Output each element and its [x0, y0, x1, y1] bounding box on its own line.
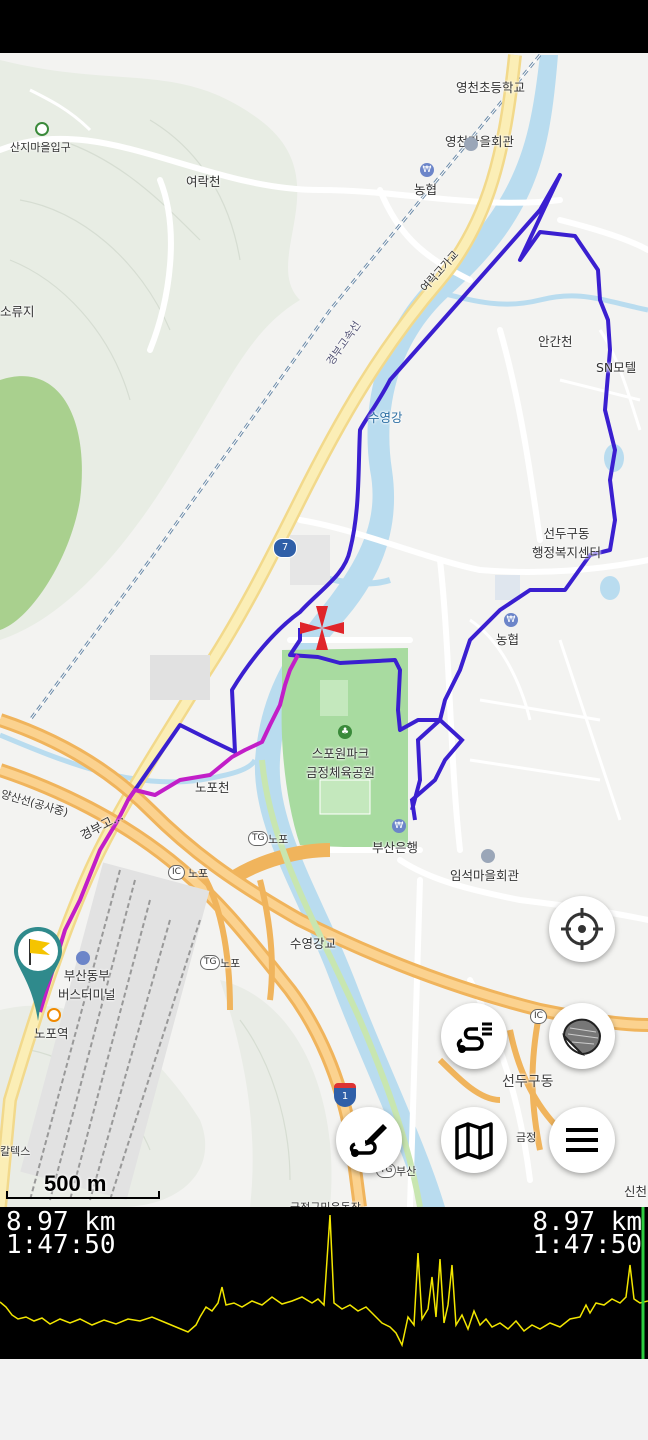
ic-badge: IC	[168, 865, 185, 880]
target-marker	[300, 606, 344, 650]
label-nopo-ic: 노포	[188, 867, 209, 880]
label-sincheon: 신천	[624, 1184, 648, 1199]
label-suyeonggang-bridge: 수영강교	[290, 936, 337, 951]
recorded-track-branch	[409, 718, 465, 821]
ic-badge: IC	[530, 1009, 547, 1024]
elevation-profile[interactable]: 8.97 km 1:47:50 8.97 km 1:47:50	[0, 1207, 648, 1359]
crosshair-icon	[561, 908, 603, 950]
label-nopo-tg: 노포	[268, 833, 289, 846]
map-icon	[455, 1122, 493, 1160]
label-nonghyup-2: 농협	[496, 632, 520, 647]
label-sports-park: 스포원파크 금정체육공원	[306, 746, 376, 780]
layers-button[interactable]	[549, 1003, 615, 1069]
label-nopo-station: 노포역	[34, 1026, 69, 1041]
start-flag-marker[interactable]	[12, 925, 64, 1025]
label-caltex: 칼텍스	[0, 1145, 31, 1158]
route-list-icon	[456, 1022, 492, 1053]
label-geumjeong-stadium: 금정구민운동장	[290, 1199, 361, 1207]
map-button[interactable]	[441, 1107, 507, 1173]
scale-bar: 500 m	[6, 1171, 160, 1199]
label-geumjeong: 금정	[516, 1131, 537, 1144]
label-busan-bank: 부산은행	[372, 840, 419, 855]
status-bar	[0, 0, 648, 53]
label-busan-small: 부산	[396, 1165, 417, 1178]
label-nopocheon: 노포천	[195, 780, 230, 795]
label-imseok-hall: 임석마을회관	[450, 868, 520, 883]
label-nopo-tg2: 노포	[220, 957, 241, 970]
layers-icon	[562, 1018, 602, 1056]
hall-icon	[481, 849, 495, 863]
recorded-track	[126, 173, 617, 802]
bus-icon	[76, 951, 90, 965]
label-bus-terminal: 부산동부 버스터미널	[58, 968, 116, 1002]
bus-stop-icon	[35, 122, 49, 136]
hall-icon	[464, 137, 478, 151]
label-sn-motel: SN모텔	[596, 360, 637, 375]
hamburger-icon	[566, 1128, 598, 1152]
bank-icon: ₩	[392, 819, 406, 833]
route-7-shield: 7	[273, 538, 297, 558]
bottom-blank-area	[0, 1359, 648, 1440]
bank-icon: ₩	[420, 163, 434, 177]
label-yeongcheon-hall: 영천마을회관	[445, 134, 515, 149]
label-suyeonggang: 수영강	[368, 410, 403, 425]
label-sanji-entrance: 산지마을입구	[10, 141, 71, 154]
label-seondugu-dong: 선두구동	[502, 1074, 554, 1090]
label-yeongcheon-school: 영천초등학교	[456, 80, 526, 95]
park-icon: ♣	[338, 725, 352, 739]
time-left: 1:47:50	[6, 1230, 116, 1260]
draw-route-button[interactable]	[336, 1107, 402, 1173]
label-nonghyup-1: 농협	[414, 182, 438, 197]
map-view[interactable]: 영천초등학교 영천마을회관 ₩ 농협 여락천 산지마을입구 소류지 여락고가교 …	[0, 53, 648, 1207]
label-angancheon: 안간천	[538, 334, 573, 349]
scale-bar-line	[6, 1191, 160, 1199]
locate-button[interactable]	[549, 896, 615, 962]
menu-button[interactable]	[549, 1107, 615, 1173]
tg-badge: TG	[200, 955, 221, 970]
label-yeorakcheon: 여락천	[186, 174, 221, 189]
time-right: 1:47:50	[532, 1230, 642, 1260]
route-1-shield: 1	[334, 1083, 356, 1107]
bank-icon: ₩	[504, 613, 518, 627]
tg-badge: TG	[248, 831, 269, 846]
track-list-button[interactable]	[441, 1003, 507, 1069]
label-seondugu-office: 선두구동 행정복지센터	[532, 526, 602, 560]
route-edit-icon	[349, 1124, 387, 1157]
label-soryuji: 소류지	[0, 304, 35, 319]
